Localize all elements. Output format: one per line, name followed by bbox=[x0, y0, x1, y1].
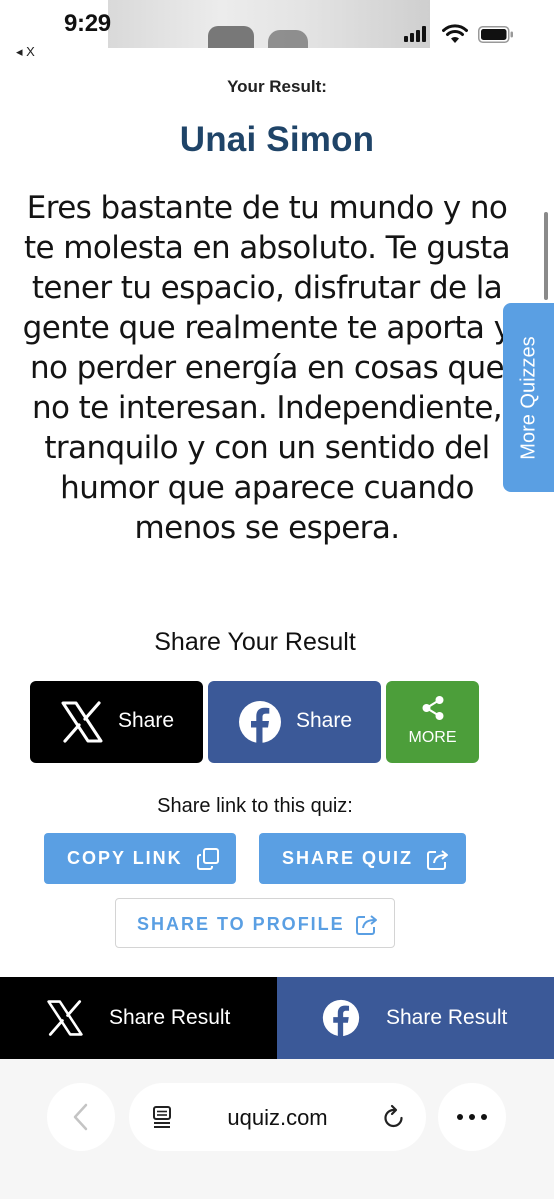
share-nodes-icon bbox=[422, 696, 444, 720]
copy-link-label: COPY LINK bbox=[67, 848, 183, 868]
share-to-profile-label: SHARE TO PROFILE bbox=[137, 914, 345, 934]
x-logo-icon bbox=[61, 701, 103, 743]
battery-icon bbox=[478, 26, 513, 43]
signal-icon bbox=[404, 26, 428, 42]
more-dots-icon bbox=[457, 1114, 487, 1120]
copy-link-button[interactable]: COPY LINK bbox=[44, 833, 236, 884]
scroll-indicator bbox=[544, 212, 548, 300]
share-facebook-button[interactable]: Share bbox=[208, 681, 381, 763]
share-more-label: MORE bbox=[408, 729, 457, 746]
share-result-x-label: Share Result bbox=[109, 1006, 231, 1029]
more-quizzes-label: More Quizzes bbox=[517, 335, 539, 460]
share-quiz-button[interactable]: SHARE QUIZ bbox=[259, 833, 466, 884]
share-facebook-label: Share bbox=[296, 709, 353, 732]
status-bar: 9:29 bbox=[0, 0, 554, 48]
share-result-facebook-label: Share Result bbox=[386, 1006, 508, 1029]
result-description: Eres bastante de tu mundo y no te molest… bbox=[22, 190, 512, 546]
x-logo-icon bbox=[47, 1000, 83, 1036]
browser-menu-button[interactable] bbox=[438, 1083, 506, 1151]
back-chevron-icon bbox=[73, 1103, 88, 1131]
back-to-app-link[interactable]: ◂ X bbox=[16, 44, 35, 60]
more-quizzes-tab[interactable]: More Quizzes bbox=[503, 303, 554, 492]
share-heading: Share Your Result bbox=[154, 628, 356, 656]
result-name: Unai Simon bbox=[179, 120, 375, 159]
facebook-icon bbox=[322, 999, 360, 1037]
share-x-button[interactable]: Share bbox=[30, 681, 203, 763]
address-bar[interactable]: uquiz.com bbox=[129, 1083, 426, 1151]
status-time: 9:29 bbox=[64, 10, 111, 37]
wifi-icon bbox=[442, 24, 468, 43]
browser-toolbar: uquiz.com bbox=[0, 1059, 554, 1199]
reload-icon[interactable] bbox=[382, 1104, 406, 1130]
share-more-button[interactable]: MORE bbox=[386, 681, 479, 763]
share-x-label: Share bbox=[118, 709, 175, 732]
share-link-label: Share link to this quiz: bbox=[157, 795, 353, 817]
share-out-icon bbox=[427, 850, 448, 870]
share-result-x-button[interactable]: Share Result bbox=[0, 977, 277, 1059]
browser-back-button[interactable] bbox=[47, 1083, 115, 1151]
share-to-profile-button[interactable]: SHARE TO PROFILE bbox=[115, 898, 395, 948]
result-heading: Your Result: bbox=[227, 77, 327, 96]
copy-icon bbox=[197, 848, 219, 870]
facebook-icon bbox=[239, 701, 281, 744]
share-quiz-label: SHARE QUIZ bbox=[282, 848, 414, 868]
share-out-icon bbox=[356, 915, 377, 935]
share-result-facebook-button[interactable]: Share Result bbox=[277, 977, 554, 1059]
header-photo bbox=[108, 0, 430, 48]
